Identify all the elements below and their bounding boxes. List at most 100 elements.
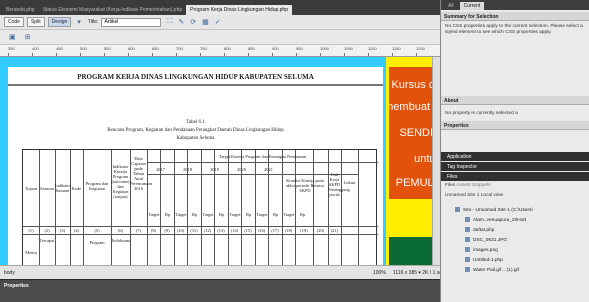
visual-aids-icon[interactable]: ▦ <box>202 18 209 26</box>
ruler-tick-label: 500 <box>80 46 87 51</box>
column-number: (4) <box>73 228 80 233</box>
file-icon <box>465 267 470 272</box>
ruler-tick-label: 450 <box>56 46 63 51</box>
tag-selector[interactable]: body <box>4 270 15 276</box>
tab-files[interactable]: Files <box>445 183 455 188</box>
header-rp-col: Rp <box>299 212 306 217</box>
ruler-tick-label: 1200 <box>416 46 425 51</box>
refresh-icon[interactable]: ⟳ <box>190 18 196 26</box>
file-item[interactable]: DSC_0631.JPG <box>465 237 507 243</box>
column-number: (12) <box>203 228 212 233</box>
header-rp-col: Rp <box>272 212 279 217</box>
file-name: DSC_0631.JPG <box>473 237 508 243</box>
tab-assets[interactable]: Assets <box>456 183 470 188</box>
header-kode: Kode <box>71 186 82 191</box>
application-panel[interactable]: Application <box>441 152 589 161</box>
grid-icon[interactable]: ⊞ <box>25 33 31 41</box>
properties-label[interactable]: Properties <box>4 283 29 289</box>
horizontal-ruler: 350 400 450 500 550 600 650 700 750 800 850 900 950 1… <box>0 45 440 57</box>
title-label: Title: <box>87 19 99 25</box>
multiscreen-icon[interactable]: ⛶ <box>167 18 172 26</box>
ruler-tick-label: 400 <box>32 46 39 51</box>
column-number: (3) <box>59 228 66 233</box>
table-location: Kabupaten Seluma <box>176 136 215 141</box>
header-data-capaian: Data Capaian pada Tahun Awal Perencanaan… <box>130 156 153 191</box>
column-number: (19) <box>300 228 308 233</box>
table-title: Tabel 6.1 Rencana Program, Kegiatan dan … <box>8 119 383 143</box>
tag-inspector-panel[interactable]: Tag Inspector <box>441 162 589 171</box>
file-name: daftar.php <box>473 227 495 233</box>
file-item[interactable]: Untitled-1.php <box>465 257 503 263</box>
table-column-line <box>55 150 56 265</box>
ruler-tick <box>296 53 297 56</box>
inspect-icon[interactable]: ✎ <box>178 18 184 26</box>
file-item[interactable]: Site - Unnamed Site 1 (C:\Users\ <box>455 207 533 213</box>
properties-panel: Properties <box>0 279 440 302</box>
file-item[interactable]: daftar.php <box>465 227 494 233</box>
header-year: 2020 <box>237 167 246 172</box>
ruler-tick-label: 900 <box>272 46 279 51</box>
file-icon <box>465 237 470 242</box>
ruler-tick-label: 600 <box>128 46 135 51</box>
split-view-button[interactable]: Split <box>26 17 45 27</box>
visual-aids-icon[interactable]: ▣ <box>9 33 16 41</box>
ruler-tick <box>272 53 273 56</box>
ruler-tick <box>152 53 153 56</box>
row-terlaksana: Terlaksana <box>111 238 130 243</box>
summary-text: No CSS properties apply to the current s… <box>445 24 583 35</box>
ruler-tick <box>176 53 177 56</box>
header-rp-col: Rp <box>218 212 225 217</box>
tab-status-ekonomi[interactable]: Status Ekonomi Masyarakat (Kerja-Indikas… <box>39 5 187 15</box>
zoom-level[interactable]: 100% <box>373 270 386 276</box>
view-select[interactable]: Local view <box>481 193 503 198</box>
code-view-button[interactable]: Code <box>4 17 24 27</box>
column-number: (7) <box>135 228 142 233</box>
column-number: (16) <box>257 228 266 233</box>
design-view-button[interactable]: Design <box>47 17 72 27</box>
file-name: Water Pail.gif... (1).gif <box>473 267 519 273</box>
tab-all[interactable]: All <box>444 2 458 10</box>
files-panel[interactable]: Files <box>441 172 589 181</box>
header-target-col: Target <box>229 212 241 217</box>
tab-program-kerja[interactable]: Program Kerja Dinas Lingkungan Hidup.php <box>186 5 292 15</box>
column-number: (18) <box>284 228 293 233</box>
program-table[interactable]: Tujuan Sasaran Indikator Sasaran Kode Progra… <box>22 149 378 265</box>
ruler-tick <box>392 53 393 56</box>
file-item[interactable]: images.png <box>465 247 498 253</box>
header-lokasi: Lokasi <box>343 180 356 185</box>
tab-current[interactable]: Current <box>459 2 485 10</box>
table-column-line <box>70 150 71 265</box>
header-target: Target Kinerja Program dan Kerangka Pend… <box>218 154 307 159</box>
ruler-tick <box>104 53 105 56</box>
file-name: Alam..venuapura_20Hutt <box>473 217 527 223</box>
header-sasaran: Sasaran <box>40 186 54 191</box>
check-page-icon[interactable]: ✓ <box>215 18 221 26</box>
ruler-tick <box>80 53 81 56</box>
ruler-tick-label: 350 <box>8 46 15 51</box>
column-number: (10) <box>176 228 185 233</box>
file-icon <box>465 217 470 222</box>
tab-beranda[interactable]: Beranda.php <box>2 5 39 15</box>
ruler-tick <box>32 53 33 56</box>
ruler-tick <box>8 53 9 56</box>
ruler-tick-label: 650 <box>152 46 159 51</box>
file-name: Untitled-1.php <box>473 257 503 263</box>
canvas-scrollbar[interactable] <box>432 57 440 265</box>
row-sasaran: Tercapai <box>39 238 55 243</box>
header-rp-col: Rp <box>245 212 252 217</box>
site-select[interactable]: Unnamed Site 1 <box>445 193 479 198</box>
design-canvas[interactable]: PROGRAM KERJA DINAS LINGKUNGAN HIDUP KAB… <box>0 57 440 265</box>
table-caption: Tabel 6.1 <box>186 120 205 125</box>
file-name: images.png <box>473 247 498 253</box>
live-view-icon[interactable]: ▾ <box>77 18 81 26</box>
title-input[interactable] <box>101 17 162 27</box>
window-size[interactable]: 1116 x 385 ▾ 2K / 1 sec <box>393 270 445 276</box>
document-page[interactable]: PROGRAM KERJA DINAS LINGKUNGAN HIDUP KAB… <box>8 67 383 265</box>
file-item[interactable]: Water Pail.gif... (1).gif <box>465 267 519 273</box>
row-tujuan: Menuj <box>25 250 37 255</box>
divider <box>8 84 383 86</box>
file-item[interactable]: Alam..venuapura_20Hutt <box>465 217 526 223</box>
tab-snippets[interactable]: Snippets <box>472 183 491 188</box>
table-column-line <box>328 150 329 265</box>
toolbar-secondary: ▣ ⊞ <box>0 30 440 45</box>
